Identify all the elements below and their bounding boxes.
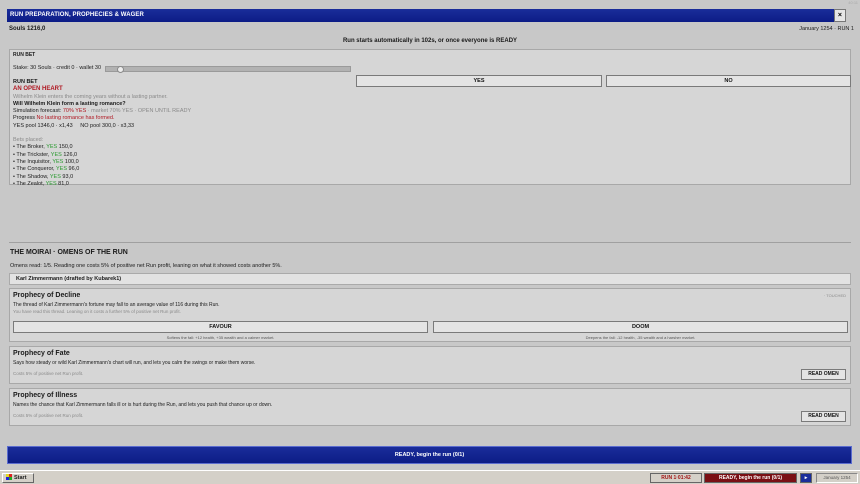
section-divider [9, 242, 851, 243]
list-item: • The Zealot, YES 81,0 [13, 180, 69, 187]
forecast-line: Simulation forecast: 70% YES · market 70… [13, 108, 847, 115]
app-window: 40:11 RUN PREPARATION, PROPHECIES & WAGE… [0, 0, 860, 484]
taskbar: Start RUN 1·01:42 READY, begin the run (… [0, 470, 860, 484]
read-omen-illness-button[interactable]: READ OMEN [801, 411, 846, 422]
stake-label: Stake: 30 Souls · credit 0 · wallet 30 [13, 65, 102, 71]
stake-slider-handle[interactable] [117, 66, 124, 73]
stake-row: Stake: 30 Souls · credit 0 · wallet 30 Y… [13, 63, 851, 87]
list-item: • The Shadow, YES 93,0 [13, 173, 74, 180]
run-bet-panel: RUN BET Stake: 30 Souls · credit 0 · wal… [9, 49, 851, 188]
start-label: Start [14, 475, 27, 481]
start-button[interactable]: Start [2, 473, 34, 483]
progress-prefix: Progress [13, 115, 37, 122]
prophecy-illness-title: Prophecy of Illness [13, 392, 78, 399]
progress-value: No lasting romance has formed. [36, 115, 115, 122]
favour-button[interactable]: FAVOUR [13, 321, 428, 333]
prophecy-decline-note: You have read this thread. Leaning on it… [13, 308, 181, 314]
prophecy-illness-panel: Prophecy of Illness Names the chance tha… [9, 388, 851, 426]
prophecy-fate-panel: Prophecy of Fate Says how steady or wild… [9, 346, 851, 384]
bets-placed-label: Bets placed: [13, 137, 44, 144]
run-bet-details: RUN BET AN OPEN HEART Wilhelm Klein ente… [13, 79, 847, 188]
pool-line: YES pool 1346,0 · x1,43 NO pool 300,0 · … [13, 122, 135, 129]
prophecy-fate-title: Prophecy of Fate [13, 350, 70, 357]
doom-button[interactable]: DOOM [433, 321, 848, 333]
list-item: • The Trickster, YES 126,0 [13, 151, 78, 158]
top-clock: 40:11 [848, 0, 858, 5]
date-run-indicator: January 1254 · RUN 1 [799, 26, 854, 32]
run-bet-header: RUN BET [13, 52, 36, 58]
read-omen-fate-button[interactable]: READ OMEN [801, 369, 846, 380]
event-description: Wilhelm Klein enters the coming years wi… [13, 93, 168, 100]
prophecy-decline-panel: Prophecy of Decline · TOUCHED The thread… [9, 288, 851, 342]
doom-effect-note: Deepens the fall: -12 health, -35 wealth… [585, 335, 696, 340]
forecast-status: OPEN UNTIL READY [137, 108, 192, 115]
forecast-value: 70% YES [62, 108, 87, 115]
list-item: • The Conqueror, YES 96,0 [13, 166, 80, 173]
bets-list: • The Broker, YES 150,0 • The Trickster,… [13, 144, 847, 188]
list-item: • The Inquisitor, YES 100,0 [13, 158, 79, 165]
prophecy-fate-cost: Costs 5% of positive net Run profit. [13, 370, 84, 376]
omens-read-info: Omens read: 1/5. Reading one costs 5% of… [10, 263, 282, 269]
forecast-prefix: Simulation forecast: [13, 108, 63, 115]
prophecy-illness-text: Names the chance that Karl Zimmermann fa… [13, 402, 273, 408]
favour-effect-note: Softens the fall: +12 health, +35 wealth… [166, 335, 275, 340]
prophecy-decline-title: Prophecy of Decline [13, 292, 81, 299]
window-title: RUN PREPARATION, PROPHECIES & WAGER [10, 12, 144, 18]
moirai-title: THE MOIRAI · OMENS OF THE RUN [10, 249, 128, 256]
taskbar-ready-button[interactable]: READY, begin the run (0/1) [704, 473, 797, 483]
bet-yes-button[interactable]: YES [356, 75, 602, 87]
close-icon[interactable]: × [834, 9, 846, 22]
windows-logo-icon [6, 474, 12, 480]
bet-no-button[interactable]: NO [606, 75, 851, 87]
prophecy-fate-text: Says how steady or wild Karl Zimmermann'… [13, 360, 256, 366]
ready-begin-button[interactable]: READY, begin the run (0/1) [7, 446, 852, 464]
taskbar-arrow-icon[interactable]: ▸ [800, 473, 812, 483]
stake-slider[interactable] [105, 66, 351, 73]
drafted-character: Karl Zimmermann (drafted by Kubarek1) [9, 273, 851, 285]
event-title: AN OPEN HEART [13, 86, 63, 93]
prophecy-illness-cost: Costs 5% of positive net Run profit. [13, 412, 84, 418]
progress-line: Progress No lasting romance has formed. [13, 115, 847, 122]
list-item: • The Broker, YES 150,0 [13, 144, 73, 151]
top-strip: 40:11 [0, 0, 860, 8]
run-countdown: Run starts automatically in 102s, or onc… [342, 38, 518, 44]
tray-date: January 1254 [816, 473, 858, 483]
forecast-market: · market 70% YES · [86, 108, 138, 115]
title-bar: RUN PREPARATION, PROPHECIES & WAGER × [7, 9, 846, 22]
bet-question: Will Wilhelm Klein form a lasting romanc… [13, 100, 126, 107]
touched-badge: · TOUCHED [823, 293, 846, 298]
taskbar-run-timer[interactable]: RUN 1·01:42 [650, 473, 702, 483]
souls-balance: Souls 1216,0 [9, 26, 46, 32]
